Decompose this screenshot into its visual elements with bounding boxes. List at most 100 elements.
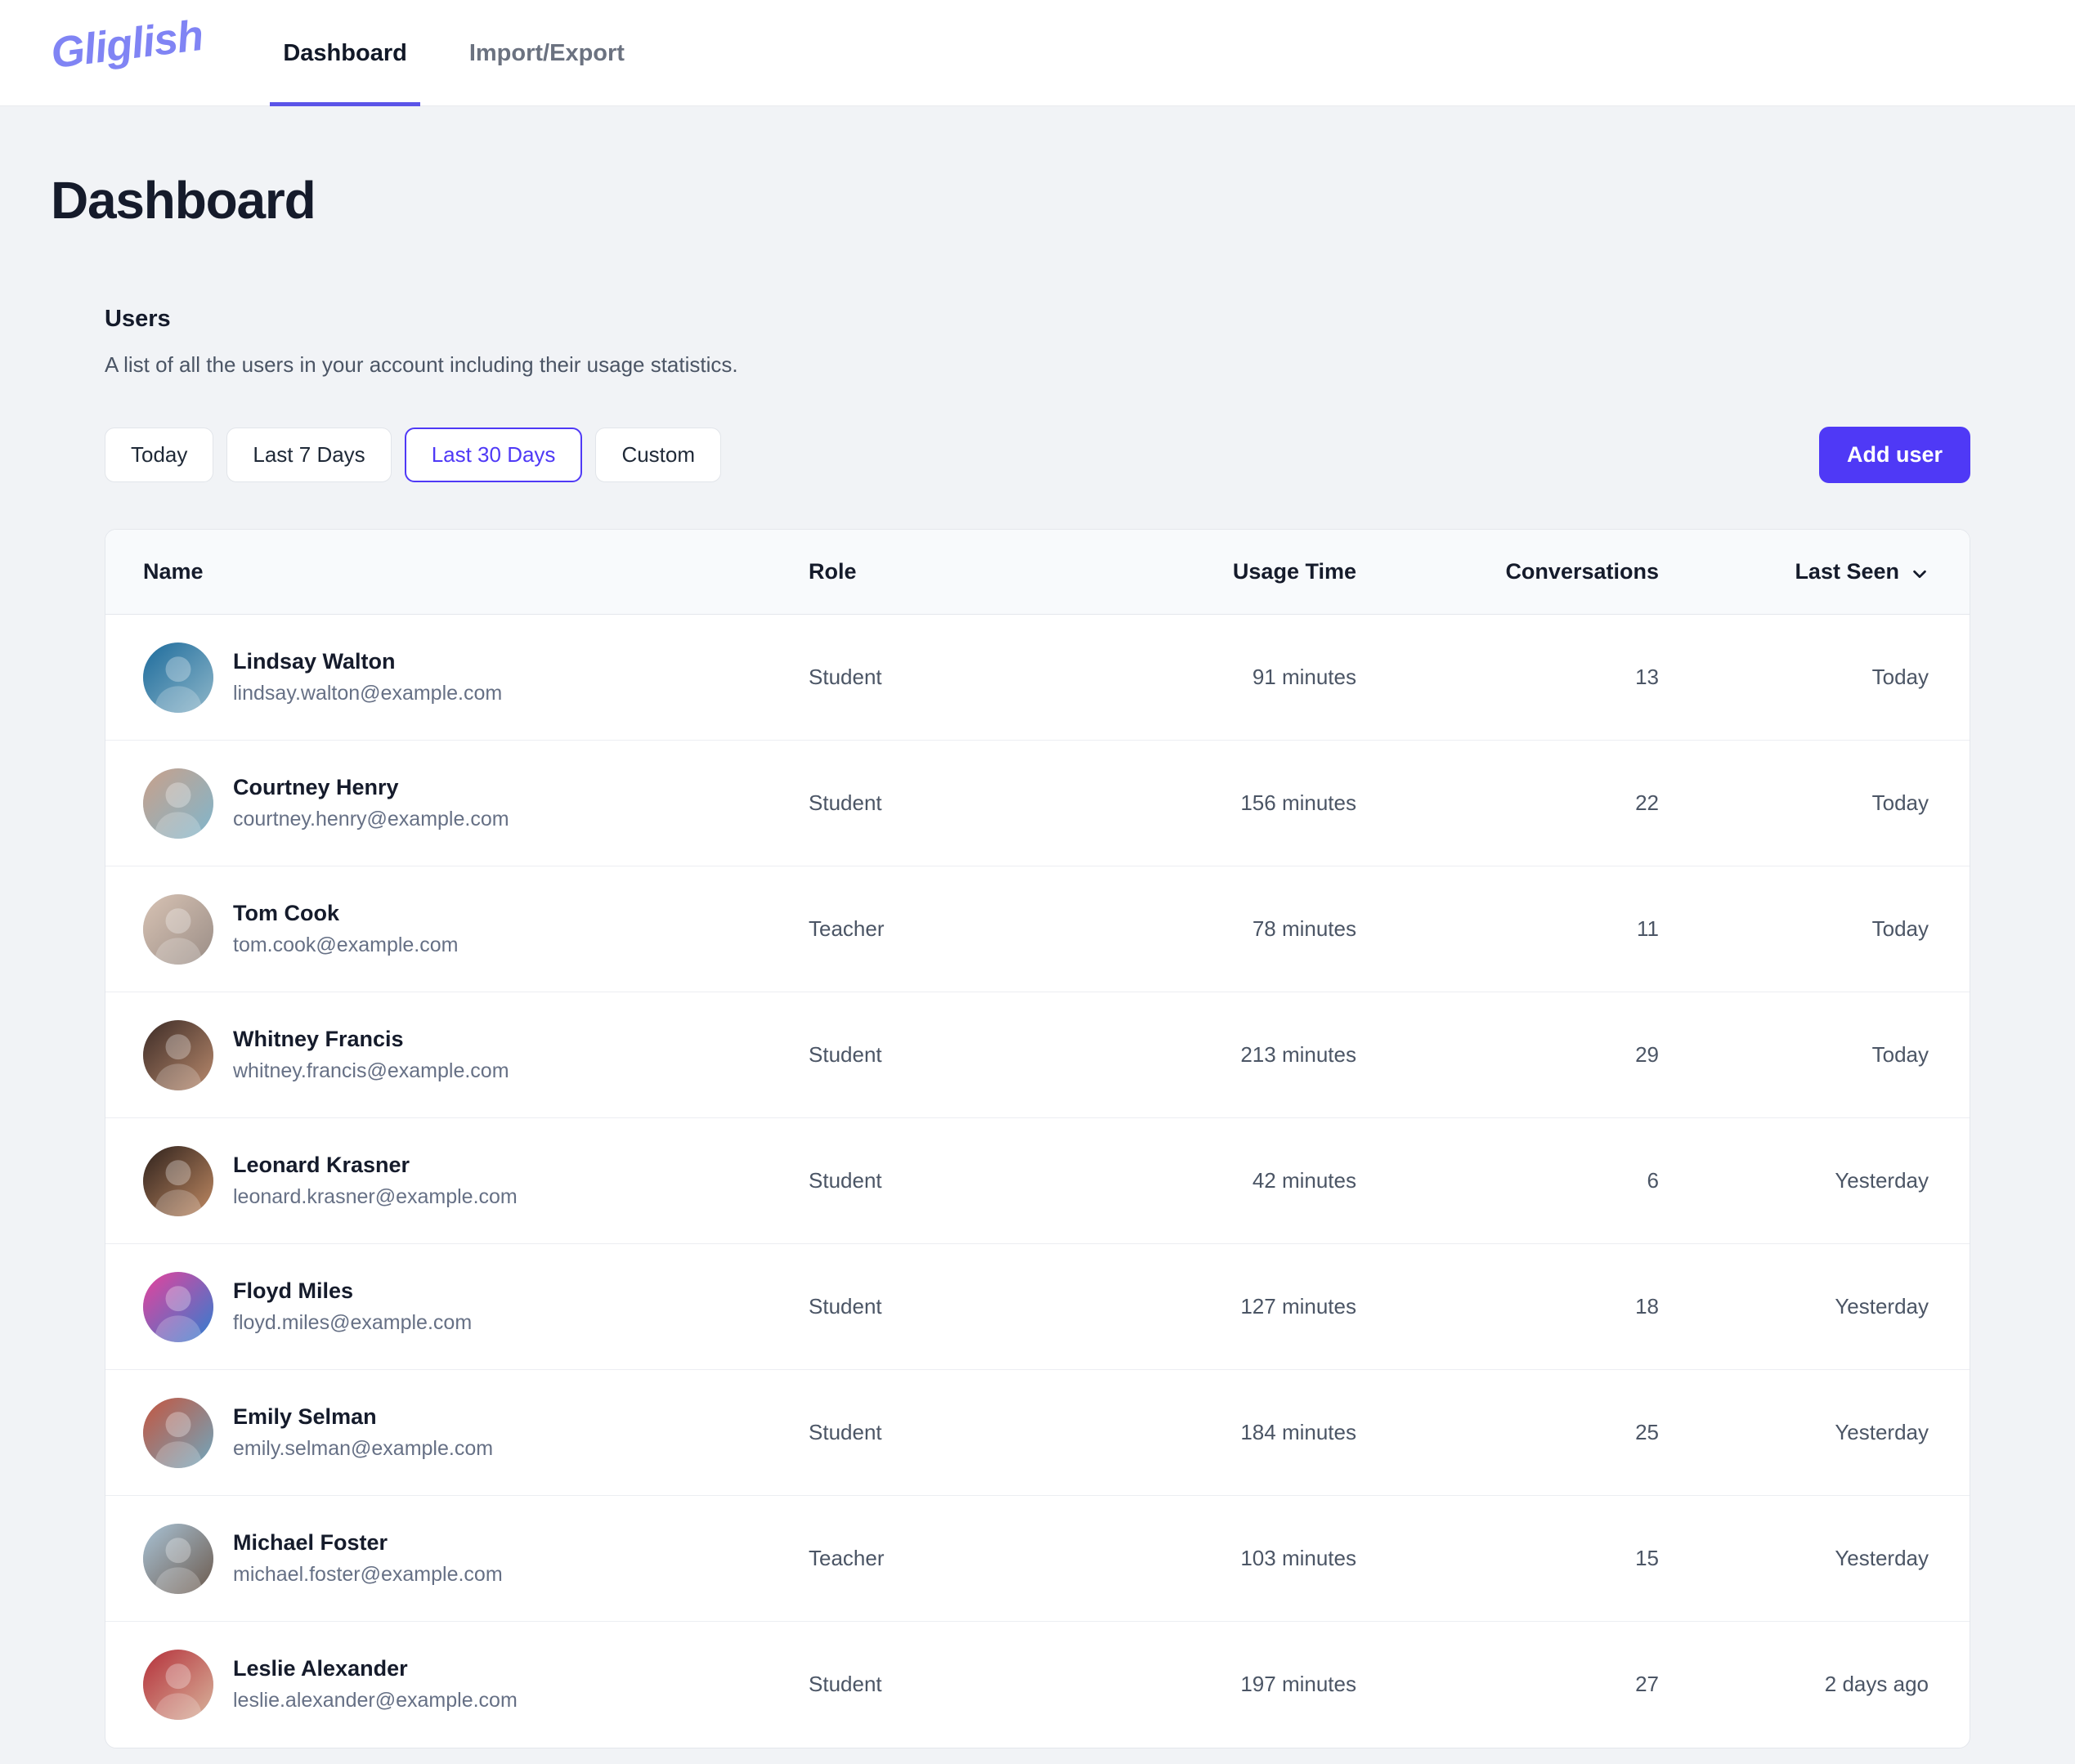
user-text-block: Leonard Krasner leonard.krasner@example.c…: [233, 1152, 518, 1210]
user-email: leslie.alexander@example.com: [233, 1689, 518, 1713]
cell-usage-time: 127 minutes: [1240, 1294, 1356, 1319]
table-row: Whitney Francis whitney.francis@example.c…: [105, 992, 1970, 1118]
cell-role: Student: [809, 1042, 882, 1068]
user-text-block: Whitney Francis whitney.francis@example.c…: [233, 1026, 509, 1084]
user-name: Leonard Krasner: [233, 1153, 410, 1178]
cell-usage-time: 156 minutes: [1240, 790, 1356, 816]
user-name: Tom Cook: [233, 901, 339, 926]
users-table: Name Role Usage Time Conversations Last …: [105, 530, 1970, 1748]
cell-conversations: 25: [1635, 1420, 1659, 1445]
cell-user: Tom Cook tom.cook@example.com: [105, 866, 809, 992]
app-logo[interactable]: Gliglish: [48, 11, 205, 78]
cell-actions: Edit: [1929, 1496, 1970, 1622]
cell-user: Emily Selman emily.selman@example.com: [105, 1370, 809, 1496]
user-identity: Leslie Alexander leslie.alexander@example…: [105, 1649, 809, 1720]
cell-conversations: 13: [1635, 665, 1659, 690]
filter-last-7-days-button[interactable]: Last 7 Days: [226, 427, 392, 483]
cell-conversations: 22: [1635, 790, 1659, 816]
date-range-filter-group: Today Last 7 Days Last 30 Days Custom: [105, 427, 722, 483]
top-navigation-bar: Gliglish Dashboard Import/Export: [0, 0, 2075, 106]
user-text-block: Michael Foster michael.foster@example.com: [233, 1529, 503, 1587]
table-row: Emily Selman emily.selman@example.com Stud…: [105, 1370, 1970, 1496]
cell-user: Michael Foster michael.foster@example.com: [105, 1496, 809, 1622]
cell-actions: Edit: [1929, 1118, 1970, 1244]
user-email: tom.cook@example.com: [233, 933, 459, 956]
column-header-name[interactable]: Name: [105, 530, 809, 616]
cell-last-seen: Today: [1871, 1042, 1929, 1068]
primary-nav: Dashboard Import/Export: [252, 0, 656, 106]
cell-role: Student: [809, 665, 882, 690]
table-row: Tom Cook tom.cook@example.com Teacher 78 mi…: [105, 866, 1970, 992]
cell-actions: Edit: [1929, 741, 1970, 866]
user-email: lindsay.walton@example.com: [233, 681, 503, 705]
user-name: Emily Selman: [233, 1404, 377, 1430]
cell-role: Student: [809, 1294, 882, 1319]
user-name: Michael Foster: [233, 1530, 388, 1556]
cell-role: Student: [809, 1168, 882, 1193]
user-text-block: Leslie Alexander leslie.alexander@example…: [233, 1655, 518, 1713]
cell-usage-time: 184 minutes: [1240, 1420, 1356, 1445]
user-text-block: Emily Selman emily.selman@example.com: [233, 1404, 493, 1462]
users-table-card: Name Role Usage Time Conversations Last …: [105, 529, 1970, 1748]
user-email: floyd.miles@example.com: [233, 1310, 473, 1334]
cell-user: Courtney Henry courtney.henry@example.com: [105, 741, 809, 866]
chevron-down-icon: [1911, 563, 1929, 581]
column-header-actions: [1929, 530, 1970, 616]
avatar-courtney-henry: [143, 768, 213, 839]
cell-role: Teacher: [809, 1546, 885, 1571]
user-identity: Emily Selman emily.selman@example.com: [105, 1397, 809, 1468]
last-seen-sort-control[interactable]: Last Seen: [1795, 559, 1929, 584]
cell-role: Student: [809, 1672, 882, 1697]
cell-role: Student: [809, 790, 882, 816]
section-description: A list of all the users in your account …: [105, 352, 738, 377]
cell-last-seen: Yesterday: [1835, 1546, 1929, 1571]
user-identity: Whitney Francis whitney.francis@example.c…: [105, 1019, 809, 1090]
avatar-floyd-miles: [143, 1271, 213, 1342]
user-text-block: Floyd Miles floyd.miles@example.com: [233, 1278, 472, 1336]
user-identity: Lindsay Walton lindsay.walton@example.com: [105, 642, 809, 713]
cell-last-seen: Yesterday: [1835, 1420, 1929, 1445]
section-title-users: Users: [105, 306, 171, 332]
cell-conversations: 29: [1635, 1042, 1659, 1068]
user-identity: Courtney Henry courtney.henry@example.com: [105, 768, 809, 839]
filter-custom-button[interactable]: Custom: [595, 427, 722, 483]
cell-conversations: 27: [1635, 1672, 1659, 1697]
user-name: Courtney Henry: [233, 775, 399, 800]
column-header-last-seen-label: Last Seen: [1795, 559, 1899, 584]
user-name: Whitney Francis: [233, 1027, 404, 1052]
user-identity: Floyd Miles floyd.miles@example.com: [105, 1271, 809, 1342]
table-row: Lindsay Walton lindsay.walton@example.com…: [105, 615, 1970, 741]
user-name: Leslie Alexander: [233, 1656, 408, 1681]
user-identity: Tom Cook tom.cook@example.com: [105, 893, 809, 965]
filter-last-30-days-button[interactable]: Last 30 Days: [404, 427, 583, 483]
avatar-tom-cook: [143, 893, 213, 965]
column-header-role[interactable]: Role: [809, 530, 1078, 616]
filter-today-button[interactable]: Today: [105, 427, 214, 483]
avatar-michael-foster: [143, 1523, 213, 1594]
column-header-usage-time[interactable]: Usage Time: [1078, 530, 1356, 616]
user-identity: Leonard Krasner leonard.krasner@example.c…: [105, 1145, 809, 1216]
cell-usage-time: 42 minutes: [1252, 1168, 1356, 1193]
users-section: Users A list of all the users in your ac…: [51, 306, 2024, 1748]
avatar-lindsay-walton: [143, 642, 213, 713]
table-row: Courtney Henry courtney.henry@example.com…: [105, 741, 1970, 866]
filter-bar: Today Last 7 Days Last 30 Days Custom Ad…: [105, 427, 1970, 484]
user-name: Floyd Miles: [233, 1278, 354, 1304]
add-user-button[interactable]: Add user: [1818, 427, 1970, 484]
column-header-last-seen[interactable]: Last Seen: [1659, 530, 1929, 616]
cell-usage-time: 103 minutes: [1240, 1546, 1356, 1571]
user-text-block: Tom Cook tom.cook@example.com: [233, 900, 458, 958]
nav-tab-import-export[interactable]: Import/Export: [456, 0, 638, 106]
cell-usage-time: 78 minutes: [1252, 916, 1356, 942]
cell-user: Leslie Alexander leslie.alexander@example…: [105, 1622, 809, 1748]
table-row: Michael Foster michael.foster@example.com…: [105, 1496, 1970, 1622]
table-row: Leonard Krasner leonard.krasner@example.c…: [105, 1118, 1970, 1244]
nav-tab-dashboard[interactable]: Dashboard: [270, 0, 421, 106]
user-identity: Michael Foster michael.foster@example.com: [105, 1523, 809, 1594]
page-content: Dashboard Users A list of all the users …: [0, 170, 2075, 1748]
user-name: Lindsay Walton: [233, 649, 396, 674]
cell-user: Leonard Krasner leonard.krasner@example.c…: [105, 1118, 809, 1244]
user-email: leonard.krasner@example.com: [233, 1184, 518, 1208]
column-header-conversations[interactable]: Conversations: [1356, 530, 1659, 616]
user-email: whitney.francis@example.com: [233, 1059, 509, 1082]
